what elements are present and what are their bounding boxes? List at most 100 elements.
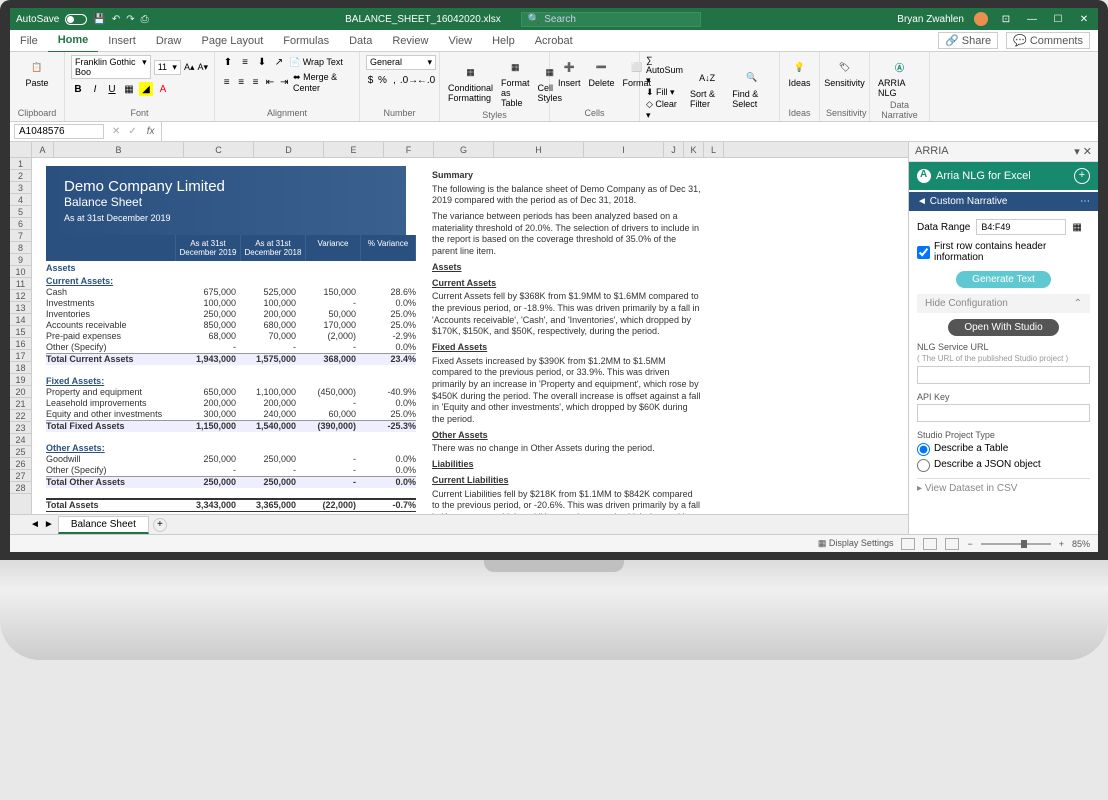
tab-view[interactable]: View [438, 30, 482, 52]
header-row-checkbox[interactable] [917, 246, 930, 259]
table-row[interactable]: Accounts receivable850,000680,000170,000… [46, 320, 416, 331]
zoom-level[interactable]: 85% [1072, 539, 1090, 549]
align-left-icon[interactable]: ≡ [221, 76, 232, 90]
ribbon-options-icon[interactable]: ⊡ [998, 14, 1014, 25]
table-row[interactable]: Inventories250,000200,00050,00025.0% [46, 309, 416, 320]
sort-filter-button[interactable]: A↓ZSort & Filter [688, 66, 726, 111]
row-header[interactable]: 20 [10, 386, 31, 398]
tab-data[interactable]: Data [339, 30, 382, 52]
share-button[interactable]: 🔗 Share [938, 32, 998, 49]
enter-icon[interactable]: ✓ [124, 126, 140, 137]
underline-icon[interactable]: U [105, 82, 119, 96]
decrease-decimal-icon[interactable]: ←.0 [419, 73, 433, 87]
row-header[interactable]: 23 [10, 422, 31, 434]
sheet-tab[interactable]: Balance Sheet [58, 516, 149, 534]
increase-decimal-icon[interactable]: .0→ [402, 73, 416, 87]
row-header[interactable]: 15 [10, 326, 31, 338]
indent-dec-icon[interactable]: ⇤ [264, 76, 275, 90]
table-row[interactable]: Total Current Assets1,943,0001,575,00036… [46, 353, 416, 365]
cancel-icon[interactable]: ✕ [108, 126, 124, 137]
generate-text-button[interactable]: Generate Text [956, 271, 1051, 288]
row-header[interactable]: 12 [10, 290, 31, 302]
comma-icon[interactable]: , [390, 73, 399, 87]
save-icon[interactable]: 💾 [93, 14, 105, 25]
row-header[interactable]: 7 [10, 230, 31, 242]
table-row[interactable]: Other (Specify)---0.0% [46, 342, 416, 353]
data-range-input[interactable] [976, 219, 1066, 235]
table-row[interactable]: Total Other Assets250,000250,000-0.0% [46, 476, 416, 488]
row-header[interactable]: 5 [10, 206, 31, 218]
row-header[interactable]: 14 [10, 314, 31, 326]
narrative-dropdown[interactable]: ◄ Custom Narrative⋯ [909, 192, 1098, 211]
add-sheet-button[interactable]: + [153, 518, 167, 532]
percent-icon[interactable]: % [378, 73, 387, 87]
panel-dropdown-icon[interactable]: ▾ [1074, 146, 1080, 158]
row-header[interactable]: 26 [10, 458, 31, 470]
table-row[interactable]: Property and equipment650,0001,100,000(4… [46, 387, 416, 398]
insert-cells-button[interactable]: ➕Insert [556, 55, 583, 90]
autosave-toggle[interactable] [65, 14, 87, 25]
row-header[interactable]: 2 [10, 170, 31, 182]
align-bot-icon[interactable]: ⬇ [255, 55, 269, 69]
italic-icon[interactable]: I [88, 82, 102, 96]
fill-color-icon[interactable]: ◢ [139, 82, 153, 96]
minimize-icon[interactable]: — [1024, 14, 1040, 25]
conditional-formatting-button[interactable]: ▦Conditional Formatting [446, 60, 495, 105]
tab-nav-next[interactable]: ► [44, 519, 54, 530]
table-row[interactable]: Total Assets3,343,0003,365,000(22,000)-0… [46, 498, 416, 512]
table-row[interactable]: Pre-paid expenses68,00070,000(2,000)-2.9… [46, 331, 416, 342]
font-name-input[interactable]: Franklin Gothic Boo▾ [71, 55, 151, 79]
table-row[interactable]: Other (Specify)---0.0% [46, 465, 416, 476]
row-header[interactable]: 18 [10, 362, 31, 374]
row-header[interactable]: 27 [10, 470, 31, 482]
row-header[interactable]: 9 [10, 254, 31, 266]
row-header[interactable]: 28 [10, 482, 31, 494]
clear-button[interactable]: ◇ Clear ▾ [646, 99, 684, 121]
row-header[interactable]: 25 [10, 446, 31, 458]
align-center-icon[interactable]: ≡ [235, 76, 246, 90]
view-layout-icon[interactable] [923, 538, 937, 550]
row-header[interactable]: 22 [10, 410, 31, 422]
formula-input[interactable] [161, 122, 1098, 141]
row-header[interactable]: 16 [10, 338, 31, 350]
align-top-icon[interactable]: ⬆ [221, 55, 235, 69]
table-row[interactable]: Goodwill250,000250,000-0.0% [46, 454, 416, 465]
fill-button[interactable]: ⬇ Fill ▾ [646, 87, 684, 98]
row-header[interactable]: 1 [10, 158, 31, 170]
display-settings-button[interactable]: ▦ Display Settings [818, 538, 894, 549]
row-header[interactable]: 19 [10, 374, 31, 386]
paste-button[interactable]: 📋 Paste [16, 55, 58, 90]
undo-icon[interactable]: ↶ [112, 14, 120, 25]
search-input[interactable]: 🔍 Search [521, 12, 701, 27]
api-key-input[interactable] [917, 404, 1090, 422]
tab-review[interactable]: Review [382, 30, 438, 52]
align-right-icon[interactable]: ≡ [250, 76, 261, 90]
close-icon[interactable]: ✕ [1076, 14, 1092, 25]
redo-icon[interactable]: ↷ [126, 14, 134, 25]
table-row[interactable]: Leasehold improvements200,000200,000-0.0… [46, 398, 416, 409]
ideas-button[interactable]: 💡Ideas [786, 55, 813, 90]
row-header[interactable]: 8 [10, 242, 31, 254]
comments-button[interactable]: 💬 Comments [1006, 32, 1090, 49]
tab-draw[interactable]: Draw [146, 30, 192, 52]
format-as-table-button[interactable]: ▦Format as Table [499, 55, 532, 110]
row-header[interactable]: 4 [10, 194, 31, 206]
tab-insert[interactable]: Insert [98, 30, 146, 52]
bold-icon[interactable]: B [71, 82, 85, 96]
delete-cells-button[interactable]: ➖Delete [587, 55, 617, 90]
border-icon[interactable]: ▦ [122, 82, 136, 96]
tab-acrobat[interactable]: Acrobat [525, 30, 583, 52]
row-header[interactable]: 6 [10, 218, 31, 230]
arria-button[interactable]: ⒶARRIA NLG [876, 55, 923, 100]
row-header[interactable]: 24 [10, 434, 31, 446]
view-break-icon[interactable] [945, 538, 959, 550]
table-row[interactable]: Cash675,000525,000150,00028.6% [46, 287, 416, 298]
indent-inc-icon[interactable]: ⇥ [279, 76, 290, 90]
panel-close-icon[interactable]: ✕ [1083, 146, 1092, 158]
nlg-url-input[interactable] [917, 366, 1090, 384]
user-name[interactable]: Bryan Zwahlen [897, 14, 964, 25]
avatar[interactable] [974, 12, 988, 26]
table-row[interactable]: Investments100,000100,000-0.0% [46, 298, 416, 309]
sensitivity-button[interactable]: 🏷Sensitivity [826, 55, 863, 90]
radio-table[interactable] [917, 443, 930, 456]
